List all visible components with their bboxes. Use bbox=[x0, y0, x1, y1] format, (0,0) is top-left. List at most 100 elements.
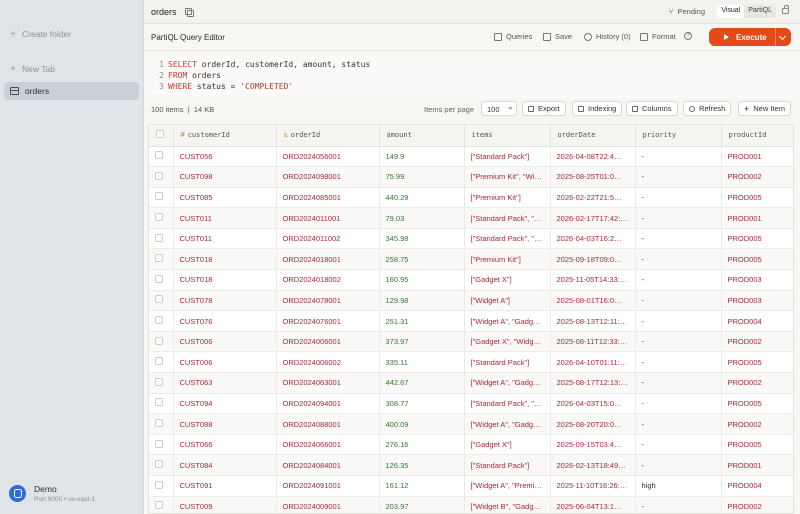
copy-icon[interactable] bbox=[184, 8, 194, 17]
table-cell-productid[interactable]: PROD003 bbox=[721, 290, 793, 312]
table-cell-priority[interactable]: - bbox=[635, 310, 722, 332]
save-button[interactable]: Save bbox=[543, 32, 572, 41]
table-cell-customerid[interactable]: CUST011 bbox=[173, 228, 277, 250]
table-cell-customerid[interactable]: CUST063 bbox=[173, 372, 277, 394]
column-header[interactable]: ⇅ orderId bbox=[276, 125, 380, 147]
connection-info[interactable]: Demo Port 9000 • us-east-1 bbox=[9, 484, 95, 503]
row-select-cell[interactable] bbox=[149, 290, 174, 312]
table-cell-orderdate[interactable]: 2025-08-11T12:33:… bbox=[550, 331, 636, 353]
table-cell-amount[interactable]: 75.99 bbox=[379, 166, 465, 188]
table-cell-orderid[interactable]: ORD2024018002 bbox=[276, 269, 380, 291]
table-cell-items[interactable]: ["Gadget X", "Widg… bbox=[464, 331, 551, 353]
row-select-cell[interactable] bbox=[149, 310, 174, 332]
table-cell-orderdate[interactable]: 2026-02-22T21:5… bbox=[550, 187, 636, 209]
format-button[interactable]: Format bbox=[640, 32, 676, 41]
table-cell-customerid[interactable]: CUST084 bbox=[173, 454, 277, 476]
row-checkbox[interactable] bbox=[155, 377, 163, 386]
table-cell-orderid[interactable]: ORD2024056001 bbox=[276, 146, 380, 168]
table-cell-productid[interactable]: PROD002 bbox=[721, 496, 793, 513]
table-cell-priority[interactable]: - bbox=[635, 269, 722, 291]
sidebar-item-orders[interactable]: orders bbox=[4, 82, 139, 100]
table-row[interactable]: CUST009 ORD2024009001 203.97 ["Widget B", "… bbox=[149, 496, 793, 513]
column-header[interactable]: items bbox=[464, 125, 551, 147]
table-row[interactable]: CUST011 ORD2024011001 79.03 ["Standard Pack… bbox=[149, 207, 793, 229]
table-cell-orderdate[interactable]: 2025-08-13T12:11:… bbox=[550, 310, 636, 332]
select-all-cell[interactable] bbox=[149, 125, 174, 147]
column-header[interactable]: # customerId bbox=[173, 125, 277, 147]
table-cell-orderid[interactable]: ORD2024084001 bbox=[276, 454, 380, 476]
table-cell-customerid[interactable]: CUST076 bbox=[173, 310, 277, 332]
table-cell-productid[interactable]: PROD005 bbox=[721, 351, 793, 374]
table-cell-priority[interactable]: - bbox=[635, 413, 722, 435]
table-cell-amount[interactable]: 373.97 bbox=[379, 331, 465, 353]
table-cell-priority[interactable]: - bbox=[635, 454, 722, 476]
table-cell-orderdate[interactable]: 2025-08-01T16:0… bbox=[550, 290, 636, 312]
table-row[interactable]: CUST006 ORD2024006001 373.97 ["Gadget X", "… bbox=[149, 331, 793, 353]
table-cell-orderid[interactable]: ORD2024066001 bbox=[276, 434, 380, 456]
table-cell-items[interactable]: ["Widget A", "Gadg… bbox=[464, 413, 551, 435]
per-page-select[interactable]: 100 bbox=[481, 101, 517, 116]
table-cell-amount[interactable]: 149.9 bbox=[379, 146, 465, 168]
table-cell-orderid[interactable]: ORD2024006002 bbox=[276, 351, 380, 374]
row-select-cell[interactable] bbox=[149, 187, 174, 209]
table-row[interactable]: CUST063 ORD2024063001 442.67 ["Widget A", "… bbox=[149, 372, 793, 394]
table-row[interactable]: CUST011 ORD2024011002 345.98 ["Standard Pac… bbox=[149, 228, 793, 250]
table-cell-amount[interactable]: 345.98 bbox=[379, 228, 465, 250]
row-select-cell[interactable] bbox=[149, 228, 174, 250]
columns-button[interactable]: Columns bbox=[626, 101, 678, 116]
table-cell-priority[interactable]: - bbox=[635, 146, 722, 168]
table-cell-amount[interactable]: 203.97 bbox=[379, 496, 465, 513]
indexing-button[interactable]: Indexing bbox=[572, 101, 623, 116]
table-cell-orderid[interactable]: ORD2024063001 bbox=[276, 372, 380, 394]
table-cell-orderid[interactable]: ORD2024085001 bbox=[276, 187, 380, 209]
table-cell-productid[interactable]: PROD002 bbox=[721, 166, 793, 188]
row-checkbox[interactable] bbox=[155, 501, 163, 510]
new-tab-button[interactable]: + New Tab bbox=[4, 60, 139, 78]
table-cell-productid[interactable]: PROD004 bbox=[721, 475, 793, 497]
table-row[interactable]: CUST094 ORD2024094001 308.77 ["Standard Pac… bbox=[149, 393, 793, 415]
table-cell-customerid[interactable]: CUST006 bbox=[173, 351, 277, 374]
refresh-button[interactable]: Refresh bbox=[683, 101, 732, 116]
row-checkbox[interactable] bbox=[155, 336, 163, 345]
table-cell-priority[interactable]: - bbox=[635, 331, 722, 353]
table-row[interactable]: CUST018 ORD2024018002 160.95 ["Gadget X"] 20… bbox=[149, 269, 793, 291]
table-cell-customerid[interactable]: CUST088 bbox=[173, 413, 277, 435]
table-cell-productid[interactable]: PROD001 bbox=[721, 207, 793, 229]
row-checkbox[interactable] bbox=[155, 316, 163, 325]
table-cell-amount[interactable]: 126.35 bbox=[379, 454, 465, 476]
table-cell-productid[interactable]: PROD002 bbox=[721, 413, 793, 435]
table-cell-priority[interactable]: - bbox=[635, 187, 722, 209]
table-cell-customerid[interactable]: CUST078 bbox=[173, 290, 277, 312]
chevron-down-icon[interactable] bbox=[778, 32, 787, 41]
column-header[interactable]: productId bbox=[721, 125, 793, 147]
table-cell-items[interactable]: ["Widget A", "Gadg… bbox=[464, 372, 551, 394]
help-button[interactable]: ? bbox=[684, 32, 696, 40]
table-row[interactable]: CUST084 ORD2024084001 126.35 ["Standard Pac… bbox=[149, 454, 793, 476]
table-cell-items[interactable]: ["Premium Kit"] bbox=[464, 187, 551, 209]
table-cell-orderdate[interactable]: 2025-06-04T13:1… bbox=[550, 496, 636, 513]
table-cell-amount[interactable]: 251.31 bbox=[379, 310, 465, 332]
table-cell-productid[interactable]: PROD005 bbox=[721, 393, 793, 415]
table-cell-priority[interactable]: high bbox=[635, 475, 722, 497]
table-cell-customerid[interactable]: CUST009 bbox=[173, 496, 277, 513]
table-cell-orderdate[interactable]: 2026-04-03T16:2… bbox=[550, 228, 636, 250]
table-cell-orderid[interactable]: ORD2024018001 bbox=[276, 248, 380, 271]
row-select-cell[interactable] bbox=[149, 331, 174, 353]
row-select-cell[interactable] bbox=[149, 413, 174, 435]
table-cell-customerid[interactable]: CUST018 bbox=[173, 269, 277, 291]
table-cell-orderdate[interactable]: 2025-08-20T20:0… bbox=[550, 413, 636, 435]
table-cell-orderdate[interactable]: 2026-02-13T18:49… bbox=[550, 454, 636, 476]
table-cell-priority[interactable]: - bbox=[635, 496, 722, 513]
table-cell-amount[interactable]: 400.09 bbox=[379, 413, 465, 435]
row-checkbox[interactable] bbox=[155, 480, 163, 489]
table-cell-orderid[interactable]: ORD2024091001 bbox=[276, 475, 380, 497]
table-cell-items[interactable]: ["Widget B", "Gadg… bbox=[464, 496, 551, 513]
table-cell-priority[interactable]: - bbox=[635, 372, 722, 394]
row-checkbox[interactable] bbox=[155, 171, 163, 180]
mode-visual[interactable]: Visual bbox=[717, 5, 745, 18]
table-cell-customerid[interactable]: CUST098 bbox=[173, 166, 277, 188]
table-cell-priority[interactable]: - bbox=[635, 228, 722, 250]
table-cell-productid[interactable]: PROD004 bbox=[721, 310, 793, 332]
table-cell-items[interactable]: ["Standard Pack", "… bbox=[464, 228, 551, 250]
row-select-cell[interactable] bbox=[149, 393, 174, 415]
